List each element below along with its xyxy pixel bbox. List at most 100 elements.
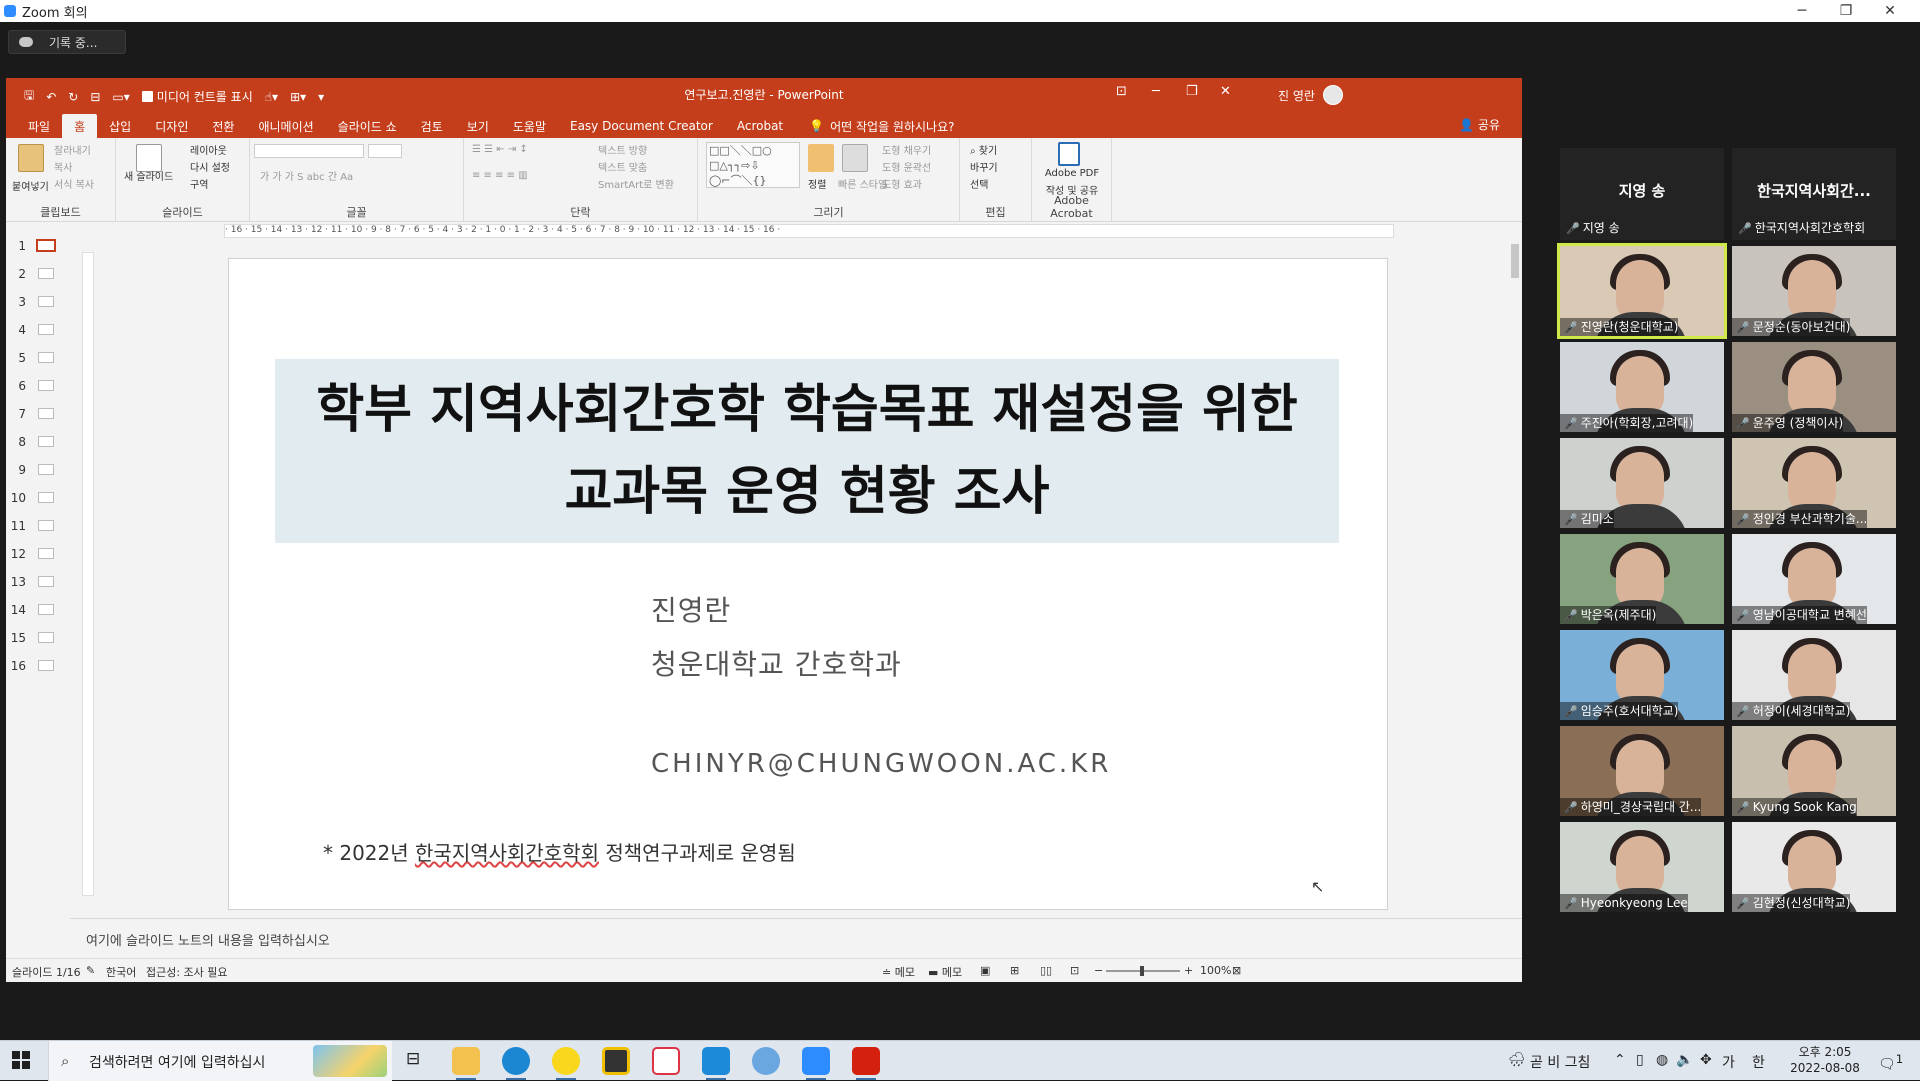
zoom-restore-button[interactable]: ❐: [1824, 0, 1868, 22]
notes-pane[interactable]: 여기에 슬라이드 노트의 내용을 입력하십시오: [70, 918, 1522, 956]
shapes-gallery[interactable]: □□＼＼□○ □△┐┐⇨⇩ ◯⌐⌒＼{}: [706, 142, 800, 188]
slide-canvas[interactable]: 학부 지역사회간호학 학습목표 재설정을 위한 교과목 운영 현황 조사 진영란…: [228, 258, 1388, 910]
edge-browser-icon[interactable]: [502, 1047, 530, 1080]
slide-thumbnail[interactable]: 6: [6, 376, 70, 398]
tab-design[interactable]: 디자인: [143, 114, 200, 138]
tab-transitions[interactable]: 전환: [200, 114, 246, 138]
tab-insert[interactable]: 삽입: [97, 114, 143, 138]
participant-video-tile[interactable]: 🎤 박은옥(제주대): [1560, 534, 1724, 624]
slideshow-view-icon[interactable]: ⊡: [1070, 964, 1079, 977]
fit-to-window-icon[interactable]: ⊠: [1232, 964, 1241, 977]
ppt-close-button[interactable]: ✕: [1220, 84, 1231, 99]
vertical-scrollbar[interactable]: [1508, 222, 1522, 902]
slide-title-line1[interactable]: 학부 지역사회간호학 학습목표 재설정을 위한: [275, 367, 1339, 442]
dropbox-icon[interactable]: ✥: [1700, 1052, 1712, 1068]
tab-home[interactable]: 홈: [62, 114, 98, 138]
shape-effects-button[interactable]: 도형 효과: [882, 176, 922, 191]
participant-video-tile[interactable]: 🎤 정인경 부산과학기술...: [1732, 438, 1896, 528]
new-slide-label[interactable]: 새 슬라이드: [124, 168, 173, 183]
paste-label[interactable]: 붙여넣기: [12, 178, 49, 193]
create-pdf-line1[interactable]: Adobe PDF: [1040, 168, 1104, 179]
zoom-out-button[interactable]: −: [1094, 964, 1103, 977]
notes-toggle-button[interactable]: ≐ 메모: [882, 964, 915, 980]
participant-video-tile[interactable]: 🎤 김현정(신성대학교): [1732, 822, 1896, 912]
font-name-input[interactable]: [254, 144, 364, 158]
tab-file[interactable]: 파일: [16, 114, 62, 138]
windows-start-icon[interactable]: [12, 1051, 30, 1069]
tab-acrobat[interactable]: Acrobat: [725, 114, 795, 138]
align-text-button[interactable]: 텍스트 맞춤: [598, 159, 647, 174]
volume-icon[interactable]: 🔈: [1676, 1052, 1693, 1068]
reset-button[interactable]: 다시 설정: [190, 159, 230, 174]
ribbon-display-options-button[interactable]: ⊡: [1116, 84, 1127, 99]
zoom-slider-handle[interactable]: [1140, 966, 1144, 976]
slide-thumbnail[interactable]: 15: [6, 628, 70, 650]
sticky-notes-icon[interactable]: [602, 1047, 630, 1075]
tab-easy-document-creator[interactable]: Easy Document Creator: [558, 114, 725, 138]
zoom-minimize-button[interactable]: ─: [1780, 0, 1824, 22]
tab-animations[interactable]: 애니메이션: [246, 114, 325, 138]
slide-sorter-icon[interactable]: ⊞: [1010, 964, 1019, 977]
slide-email[interactable]: CHINYR@CHUNGWOON.AC.KR: [651, 749, 1111, 779]
list-buttons[interactable]: ☰ ☰ ⇤ ⇥ ↕: [472, 144, 528, 155]
taskbar-search[interactable]: ⌕ 검색하려면 여기에 입력하십시: [48, 1041, 392, 1081]
zoom-in-button[interactable]: +: [1184, 964, 1193, 977]
slide-thumbnail[interactable]: 14: [6, 600, 70, 622]
slide-footnote[interactable]: * 2022년 한국지역사회간호학회 정책연구과제로 운영됨: [323, 837, 796, 866]
slide-thumbnail[interactable]: 12: [6, 544, 70, 566]
slide-affiliation[interactable]: 청운대학교 간호학과: [651, 643, 902, 683]
slide-thumbnail[interactable]: 9: [6, 460, 70, 482]
share-button[interactable]: 👤 공유: [1459, 116, 1500, 133]
smartart-button[interactable]: SmartArt로 변환: [598, 176, 674, 191]
slide-thumbnail[interactable]: 8: [6, 432, 70, 454]
spellcheck-icon[interactable]: ✎: [86, 964, 95, 977]
battery-icon[interactable]: ▯: [1636, 1052, 1644, 1068]
participant-video-tile[interactable]: 🎤 김미소: [1560, 438, 1724, 528]
arrange-label[interactable]: 정렬: [808, 176, 826, 191]
zoom-level[interactable]: 100%: [1200, 964, 1231, 977]
zoom-taskbar-icon[interactable]: [802, 1047, 830, 1080]
participant-video-tile[interactable]: 🎤 윤주영 (정책이사): [1732, 342, 1896, 432]
taskbar-clock[interactable]: 오후 2:05 2022-08-08: [1790, 1044, 1860, 1076]
slide-thumbnail[interactable]: 4: [6, 320, 70, 342]
tab-view[interactable]: 보기: [455, 114, 501, 138]
task-view-icon[interactable]: ⊟: [406, 1049, 420, 1069]
slide-thumbnail[interactable]: 7: [6, 404, 70, 426]
network-icon[interactable]: ◍: [1656, 1052, 1668, 1068]
tab-help[interactable]: 도움말: [501, 114, 558, 138]
network-app-icon[interactable]: [752, 1047, 780, 1075]
quick-styles-icon[interactable]: [842, 144, 868, 172]
slide-author[interactable]: 진영란: [651, 589, 731, 629]
accessibility-status[interactable]: 접근성: 조사 필요: [146, 964, 228, 980]
normal-view-icon[interactable]: ▣: [980, 964, 990, 977]
participant-video-tile[interactable]: 🎤 Kyung Sook Kang: [1732, 726, 1896, 816]
font-size-input[interactable]: [368, 144, 402, 158]
file-explorer-icon[interactable]: [452, 1047, 480, 1080]
notification-center-icon[interactable]: 🗨1: [1878, 1052, 1903, 1073]
replace-button[interactable]: 바꾸기: [970, 159, 998, 174]
scrollbar-thumb[interactable]: [1511, 244, 1519, 278]
find-button[interactable]: ⌕ 찾기: [970, 142, 997, 157]
font-format-buttons[interactable]: 가 가 가 S abc 간 Aa: [260, 168, 353, 183]
participant-tile-no-video[interactable]: 한국지역사회간... 🎤 한국지역사회간호학회: [1732, 148, 1896, 240]
tab-review[interactable]: 검토: [409, 114, 455, 138]
participant-video-tile[interactable]: 🎤 영남이공대학교 변혜선: [1732, 534, 1896, 624]
arrange-icon[interactable]: [808, 144, 834, 172]
account-area[interactable]: 진 영란: [1278, 85, 1343, 105]
align-buttons[interactable]: ≡ ≡ ≡ ≡ ▥: [472, 170, 528, 181]
slide-thumbnail[interactable]: 5: [6, 348, 70, 370]
snipping-tool-icon[interactable]: [652, 1047, 680, 1075]
ime-mode[interactable]: 한: [1752, 1052, 1765, 1072]
slide-thumbnail[interactable]: 10: [6, 488, 70, 510]
ime-language[interactable]: 가: [1722, 1052, 1735, 1072]
create-pdf-icon[interactable]: [1058, 142, 1080, 166]
ppt-minimize-button[interactable]: ─: [1152, 84, 1160, 99]
language-indicator[interactable]: 한국어: [106, 964, 136, 980]
acrobat-reader-icon[interactable]: [852, 1047, 880, 1080]
participant-video-tile[interactable]: 🎤 하영미_경상국립대 간...: [1560, 726, 1724, 816]
tray-overflow-icon[interactable]: ⌃: [1614, 1052, 1626, 1068]
slide-thumbnail[interactable]: 1: [6, 236, 70, 258]
participant-video-tile[interactable]: 🎤 진영란(청운대학교): [1557, 243, 1727, 339]
slide-thumbnail[interactable]: 13: [6, 572, 70, 594]
ppt-restore-button[interactable]: ❐: [1186, 84, 1198, 99]
